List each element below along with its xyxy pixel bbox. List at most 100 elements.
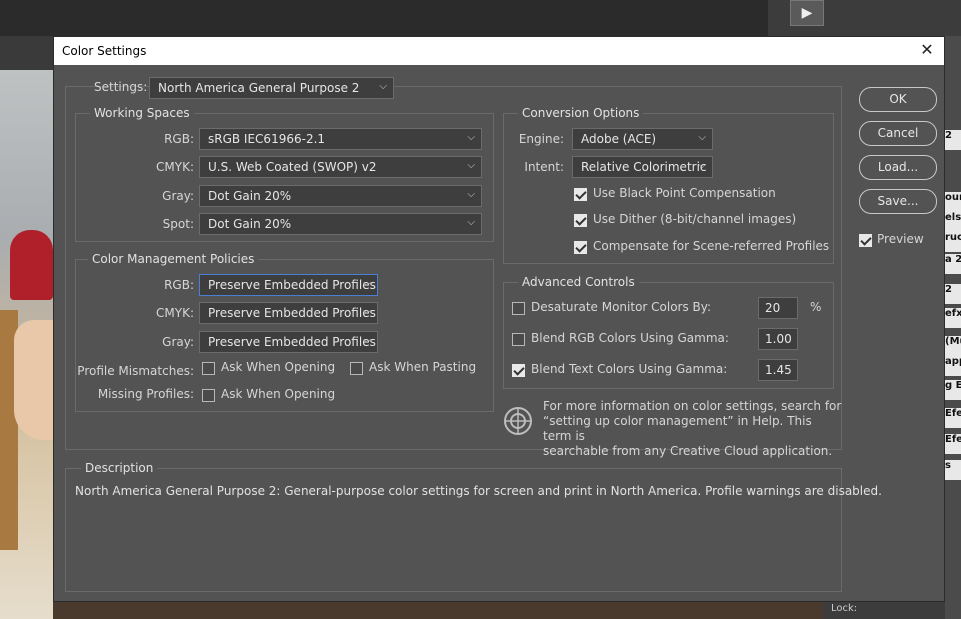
desaturate-label: Desaturate Monitor Colors By: <box>531 300 712 314</box>
intent-select[interactable]: Relative Colorimetric ⌵ <box>572 156 713 178</box>
layer-cell[interactable]: 2 <box>945 284 961 304</box>
mismatch-ask-opening-label: Ask When Opening <box>221 360 336 374</box>
layer-cell[interactable]: our <box>945 192 961 212</box>
chevron-down-icon: ⌵ <box>467 189 475 200</box>
ws-rgb-select[interactable]: sRGB IEC61966-2.1 ⌵ <box>199 128 482 150</box>
policy-rgb-value: Preserve Embedded Profiles <box>208 278 376 292</box>
ws-gray-select[interactable]: Dot Gain 20% ⌵ <box>199 185 482 207</box>
layer-cell[interactable]: app <box>945 356 961 376</box>
profile-mismatches-label: Profile Mismatches: <box>77 364 194 378</box>
photo-face <box>14 320 53 440</box>
blend-rgb-input[interactable]: 1.00 <box>758 328 798 350</box>
ws-cmyk-value: U.S. Web Coated (SWOP) v2 <box>208 160 377 174</box>
layer-cell[interactable]: s <box>945 460 961 480</box>
ok-button[interactable]: OK <box>859 87 937 112</box>
ws-spot-label: Spot: <box>162 217 194 231</box>
ws-rgb-label: RGB: <box>164 132 194 146</box>
info-line: For more information on color settings, … <box>543 399 842 413</box>
play-icon[interactable]: ▶ <box>790 0 824 26</box>
conversion-legend: Conversion Options <box>518 106 644 120</box>
dither-label: Use Dither (8-bit/channel images) <box>593 212 797 226</box>
policy-rgb-select[interactable]: Preserve Embedded Profiles ⌵ <box>199 274 378 296</box>
mismatch-ask-opening-checkbox[interactable] <box>202 362 215 375</box>
chevron-down-icon: ⌵ <box>467 132 475 143</box>
cancel-button[interactable]: Cancel <box>859 121 937 146</box>
blend-rgb-label: Blend RGB Colors Using Gamma: <box>531 331 729 345</box>
chevron-down-icon: ⌵ <box>363 278 371 289</box>
settings-select-value: North America General Purpose 2 <box>158 81 360 95</box>
engine-value: Adobe (ACE) <box>581 132 657 146</box>
ws-rgb-value: sRGB IEC61966-2.1 <box>208 132 326 146</box>
canvas-photo-bottom <box>53 602 823 619</box>
layer-cell[interactable]: ruc <box>945 232 961 252</box>
mismatch-ask-pasting-checkbox[interactable] <box>350 362 363 375</box>
chevron-down-icon: ⌵ <box>698 160 706 171</box>
chevron-down-icon: ⌵ <box>363 306 371 317</box>
scene-referred-checkbox[interactable] <box>574 241 587 254</box>
description-text: North America General Purpose 2: General… <box>75 484 882 498</box>
color-management-info-icon <box>504 407 532 435</box>
scene-referred-label: Compensate for Scene-referred Profiles <box>593 239 830 253</box>
description-legend: Description <box>81 461 158 475</box>
preview-label: Preview <box>877 232 924 246</box>
desaturate-unit: % <box>810 300 822 314</box>
close-icon[interactable]: ✕ <box>916 39 938 61</box>
settings-select[interactable]: North America General Purpose 2 ⌵ <box>149 77 394 99</box>
chevron-down-icon: ⌵ <box>467 217 475 228</box>
save-button[interactable]: Save... <box>859 189 937 214</box>
ws-cmyk-label: CMYK: <box>156 160 194 174</box>
policy-cmyk-select[interactable]: Preserve Embedded Profiles ⌵ <box>199 302 378 324</box>
desaturate-checkbox[interactable] <box>512 302 525 315</box>
intent-value: Relative Colorimetric <box>581 160 707 174</box>
policy-cmyk-label: CMYK: <box>156 306 194 320</box>
engine-label: Engine: <box>518 132 564 146</box>
chevron-down-icon: ⌵ <box>363 335 371 346</box>
layer-cell[interactable]: (Mu <box>945 336 961 356</box>
ws-gray-label: Gray: <box>162 189 194 203</box>
canvas-photo <box>0 70 53 619</box>
layer-cell[interactable]: efx <box>945 308 961 328</box>
policy-cmyk-value: Preserve Embedded Profiles <box>208 306 376 320</box>
ws-gray-value: Dot Gain 20% <box>208 189 292 203</box>
blend-text-input[interactable]: 1.45 <box>758 359 798 381</box>
info-text: For more information on color settings, … <box>543 399 843 459</box>
layer-cell[interactable]: a 2 <box>945 254 961 274</box>
info-line: “setting up color management” in Help. T… <box>543 414 812 443</box>
info-line: searchable from any Creative Cloud appli… <box>543 444 833 458</box>
ws-cmyk-select[interactable]: U.S. Web Coated (SWOP) v2 ⌵ <box>199 156 482 178</box>
layer-cell[interactable]: 2 <box>945 130 961 150</box>
lock-label: Lock: <box>823 600 945 619</box>
policy-gray-select[interactable]: Preserve Embedded Profiles ⌵ <box>199 331 378 353</box>
policy-gray-value: Preserve Embedded Profiles <box>208 335 376 349</box>
settings-label: Settings: <box>94 80 148 94</box>
chevron-down-icon: ⌵ <box>467 160 475 171</box>
ws-spot-value: Dot Gain 20% <box>208 217 292 231</box>
layer-cell[interactable]: els <box>945 212 961 232</box>
policies-legend: Color Management Policies <box>88 252 259 266</box>
chevron-down-icon: ⌵ <box>698 132 706 143</box>
chevron-down-icon: ⌵ <box>379 81 387 92</box>
layer-cell[interactable]: g E <box>945 380 961 400</box>
policy-rgb-label: RGB: <box>164 278 194 292</box>
missing-ask-opening-checkbox[interactable] <box>202 389 215 402</box>
policy-gray-label: Gray: <box>162 335 194 349</box>
dialog-title: Color Settings <box>62 44 147 58</box>
desaturate-input[interactable]: 20 <box>758 297 798 319</box>
layer-cell[interactable]: Efe <box>945 434 961 454</box>
engine-select[interactable]: Adobe (ACE) ⌵ <box>572 128 713 150</box>
intent-label: Intent: <box>524 160 564 174</box>
dialog-titlebar: Color Settings ✕ <box>54 37 944 65</box>
missing-profiles-label: Missing Profiles: <box>97 387 194 401</box>
layer-cell[interactable]: Efe <box>945 408 961 428</box>
color-settings-dialog: Color Settings ✕ Settings: North America… <box>53 36 945 602</box>
mismatch-ask-pasting-label: Ask When Pasting <box>369 360 477 374</box>
black-point-checkbox[interactable] <box>574 188 587 201</box>
preview-checkbox[interactable] <box>859 234 872 247</box>
load-button[interactable]: Load... <box>859 155 937 180</box>
black-point-label: Use Black Point Compensation <box>593 186 776 200</box>
ws-spot-select[interactable]: Dot Gain 20% ⌵ <box>199 213 482 235</box>
blend-text-checkbox[interactable] <box>512 364 525 377</box>
dither-checkbox[interactable] <box>574 214 587 227</box>
blend-rgb-checkbox[interactable] <box>512 333 525 346</box>
advanced-legend: Advanced Controls <box>518 275 639 289</box>
